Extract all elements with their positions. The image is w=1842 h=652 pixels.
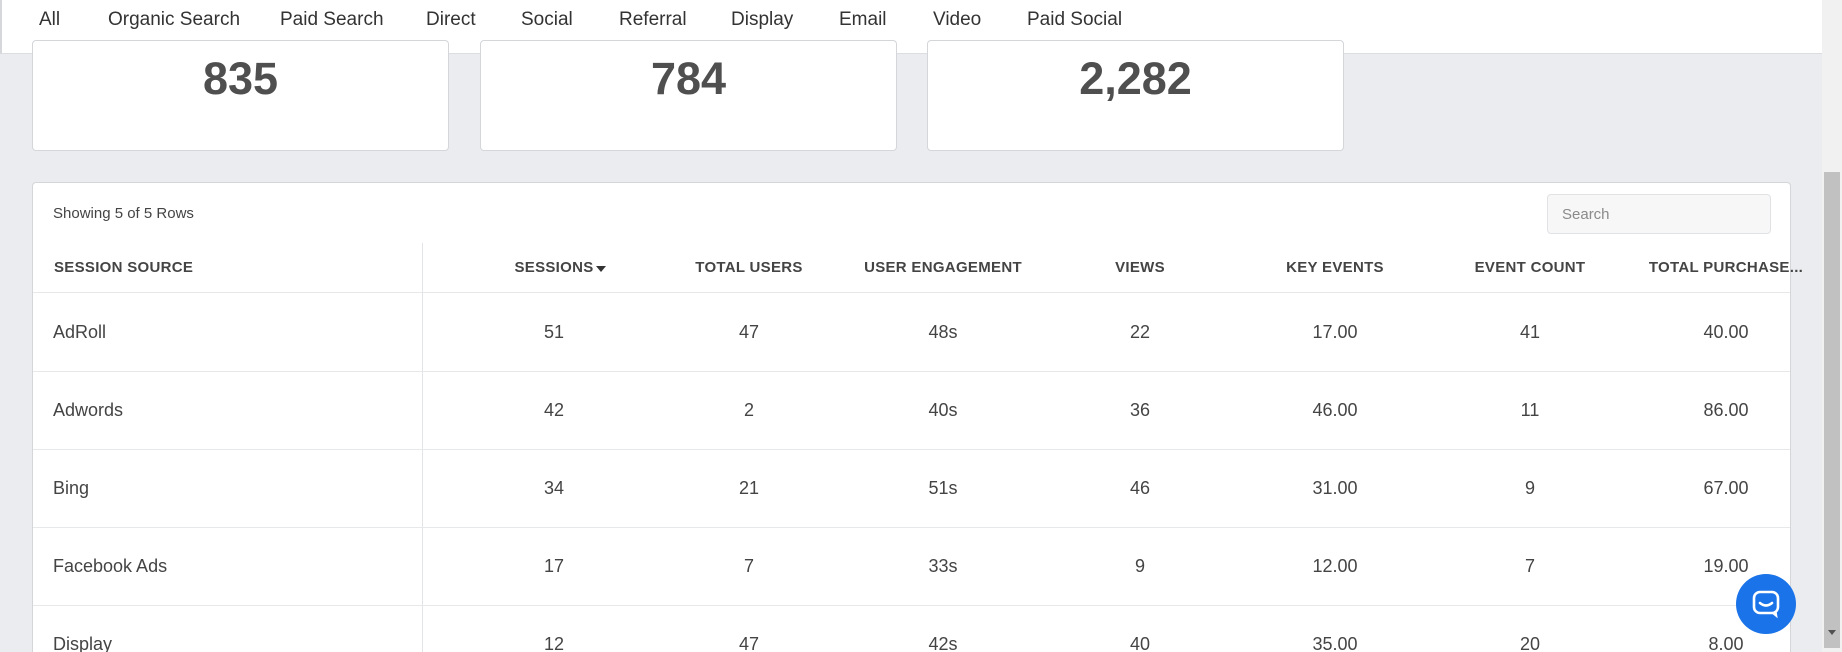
kpi-value: 784 — [650, 53, 727, 104]
kpi-value: 2,282 — [1079, 53, 1192, 104]
scroll-down-arrow-icon[interactable] — [1828, 630, 1836, 635]
table-row[interactable]: Facebook Ads 17 7 33s 9 12.00 7 19.00 — [33, 528, 1790, 606]
column-header-total-purchase[interactable]: TOTAL PURCHASE... — [1599, 243, 1842, 293]
table-search-input[interactable] — [1547, 194, 1771, 234]
column-header-session-source[interactable]: SESSION SOURCE — [54, 243, 193, 293]
cell-session-source: Facebook Ads — [53, 556, 168, 576]
kpi-card: 784 — [480, 40, 897, 151]
caret-down-icon[interactable] — [596, 266, 606, 272]
scrollbar-thumb[interactable] — [1824, 172, 1840, 648]
cell-session-source: Bing — [53, 478, 90, 498]
cell-session-source: AdRoll — [53, 322, 107, 342]
table-row[interactable]: Adwords 42 2 40s 36 46.00 11 86.00 — [33, 372, 1790, 450]
kpi-card: 2,282 — [927, 40, 1344, 151]
chat-bubble-icon — [1752, 590, 1780, 619]
chat-launcher-button[interactable] — [1736, 574, 1796, 634]
session-source-table: Showing 5 of 5 Rows SESSION SOURCE SESSI… — [32, 182, 1803, 652]
cell-session-source: Adwords — [53, 400, 124, 420]
kpi-card: 835 — [32, 40, 449, 151]
table-row[interactable]: AdRoll 51 47 48s 22 17.00 41 40.00 — [33, 294, 1790, 372]
kpi-value: 835 — [202, 53, 279, 104]
cell-total-purchase: 40.00 — [1703, 322, 1749, 342]
table-header: SESSION SOURCE SESSIONS TOTAL USERS USER… — [33, 243, 1803, 293]
table-row[interactable]: Display 12 47 42s 40 35.00 20 8.00 — [33, 606, 1790, 652]
cell-total-purchase: 19.00 — [1703, 556, 1749, 576]
cell-total-purchase: 86.00 — [1703, 400, 1749, 420]
rows-count-text: Showing 5 of 5 Rows — [53, 205, 194, 222]
table-row[interactable]: Bing 34 21 51s 46 31.00 9 67.00 — [33, 450, 1790, 528]
cell-total-purchase: 8.00 — [1708, 634, 1744, 652]
cell-total-purchase: 67.00 — [1703, 478, 1749, 498]
cell-session-source: Display — [53, 634, 113, 652]
